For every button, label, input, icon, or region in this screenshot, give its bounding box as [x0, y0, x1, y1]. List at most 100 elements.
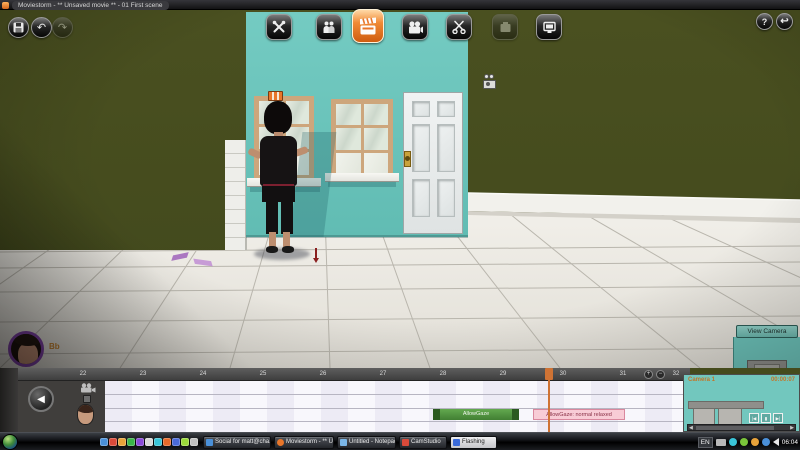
tray-icon[interactable] [750, 438, 759, 446]
cutting-room-icon [452, 20, 466, 34]
save-icon [13, 22, 24, 33]
quick-launch-icon[interactable] [181, 438, 189, 446]
ruler-tick: 31 [619, 371, 627, 377]
timeline-ruler[interactable]: 22 23 24 25 26 27 28 29 30 31 32 [18, 368, 690, 381]
plus-icon: + [646, 371, 651, 377]
timeline-panel: 22 23 24 25 26 27 28 29 30 31 32 + − ◀ A… [0, 368, 690, 432]
timeline-zoom-out-button[interactable]: − [656, 370, 665, 379]
ruler-tick: 24 [199, 371, 207, 377]
start-button[interactable] [2, 434, 18, 450]
window-right[interactable] [331, 99, 393, 179]
quick-launch-icon[interactable] [163, 438, 171, 446]
taskbar-button-flashing[interactable]: Flashing [450, 435, 497, 449]
ruler-tick: 28 [439, 371, 447, 377]
undo-button[interactable]: ↶ [31, 17, 52, 38]
pause-icon: ▮ [764, 416, 768, 421]
language-indicator[interactable]: EN [697, 436, 713, 448]
task-icon [277, 439, 284, 446]
skip-end-icon: ▶| [775, 416, 781, 421]
skip-end-button[interactable]: ▶| [773, 413, 783, 423]
quick-launch-icon[interactable] [145, 438, 153, 446]
timeline-clip-allowgaze[interactable]: AllowGaze [433, 409, 519, 420]
scene-viewport[interactable]: View Camera Bb [0, 10, 800, 368]
window-right-sill [325, 173, 399, 182]
monitor-scrollbar[interactable]: ◀ ▶ [687, 424, 796, 431]
track-avatar-hair [78, 405, 93, 413]
taskbar-button-social[interactable]: Social for matt@cha... [203, 435, 271, 449]
quick-launch-icon[interactable] [136, 438, 144, 446]
help-button[interactable]: ? [756, 13, 773, 30]
pause-button[interactable]: ▮ [761, 413, 771, 423]
quick-launch-icon[interactable] [127, 438, 135, 446]
quick-launch-icon[interactable] [118, 438, 126, 446]
task-icon [402, 439, 409, 446]
taskbar-clock[interactable]: 06:04 [782, 439, 798, 446]
ruler-tick: 22 [79, 371, 87, 377]
dressing-room-button[interactable] [316, 14, 342, 40]
props-icon [500, 21, 510, 32]
timeline-clip-normal-relaxed[interactable]: AllowGaze: normal relaxed [533, 409, 625, 420]
timeline-collapse-button[interactable]: ◀ [28, 386, 54, 412]
character-calf-left [269, 232, 276, 247]
playhead[interactable] [548, 368, 550, 432]
camera-track-icon[interactable] [80, 383, 96, 393]
avatar-face [18, 343, 38, 364]
directors-chair-button[interactable] [352, 9, 384, 43]
quick-launch-icon[interactable] [172, 438, 180, 446]
character-avatar[interactable] [8, 331, 44, 367]
tray-icon-antivirus[interactable] [739, 438, 748, 446]
timeline-left-edge [0, 368, 18, 432]
clapboard-building [225, 140, 247, 250]
character-name-label: Bb [49, 342, 60, 351]
system-tray: EN 06:04 [697, 435, 798, 449]
scrollbar-thumb[interactable] [696, 426, 774, 430]
app-icon [2, 1, 9, 9]
volume-icon[interactable] [772, 438, 779, 446]
keyboard-icon[interactable] [715, 438, 726, 446]
taskbar-button-notepad[interactable]: Untitled - Notepad [337, 435, 396, 449]
character-track-icon[interactable] [77, 404, 94, 425]
publish-button[interactable] [536, 14, 562, 40]
cutting-room-button[interactable] [446, 14, 472, 40]
exit-icon: ↩ [780, 16, 789, 27]
view-camera-button[interactable]: View Camera [736, 325, 798, 338]
task-icon [340, 439, 347, 446]
quick-launch-icon[interactable] [100, 438, 108, 446]
door[interactable] [403, 92, 463, 234]
monitor-camera-label: Camera 1 [688, 377, 716, 383]
quick-launch-icon[interactable] [109, 438, 117, 446]
window-pane [336, 152, 361, 174]
redo-icon: ↷ [57, 22, 68, 34]
mood-track-icon[interactable] [83, 395, 91, 403]
clip-label: AllowGaze: normal relaxed [546, 412, 612, 418]
taskbar-button-camstudio[interactable]: CamStudio [399, 435, 447, 449]
tray-icon[interactable] [728, 438, 737, 446]
redo-button: ↷ [52, 17, 73, 38]
timeline-tracks[interactable]: AllowGaze AllowGaze: normal relaxed [105, 381, 690, 432]
gizmo-arrow[interactable] [313, 248, 319, 264]
distant-building [733, 337, 800, 368]
save-button[interactable] [8, 17, 29, 38]
camera-gizmo[interactable] [482, 74, 498, 92]
exit-button[interactable]: ↩ [776, 13, 793, 30]
set-workshop-button[interactable] [266, 14, 292, 40]
scroll-right-icon[interactable]: ▶ [790, 425, 794, 431]
scroll-left-icon[interactable]: ◀ [689, 425, 693, 431]
skip-start-button[interactable]: |◀ [749, 413, 759, 423]
quick-launch-icon[interactable] [154, 438, 162, 446]
camera-view-button[interactable] [402, 14, 428, 40]
avatar-hair [13, 334, 41, 346]
undo-icon: ↶ [36, 22, 47, 34]
tray-icon[interactable] [761, 438, 770, 446]
help-icon: ? [761, 16, 768, 27]
window-title: Moviestorm - ** Unsaved movie ** - 01 Fi… [12, 0, 169, 10]
character-calf-right [283, 232, 290, 247]
ruler-tick: 27 [379, 371, 387, 377]
timeline-zoom-in-button[interactable]: + [644, 370, 653, 379]
taskbar-button-moviestorm[interactable]: Moviestorm - ** Un... [274, 435, 334, 449]
task-label: Untitled - Notepad [349, 438, 396, 445]
task-label: CamStudio [411, 438, 441, 445]
window-pane [363, 152, 388, 174]
quick-launch-icon[interactable] [190, 438, 198, 446]
character[interactable] [246, 90, 316, 260]
